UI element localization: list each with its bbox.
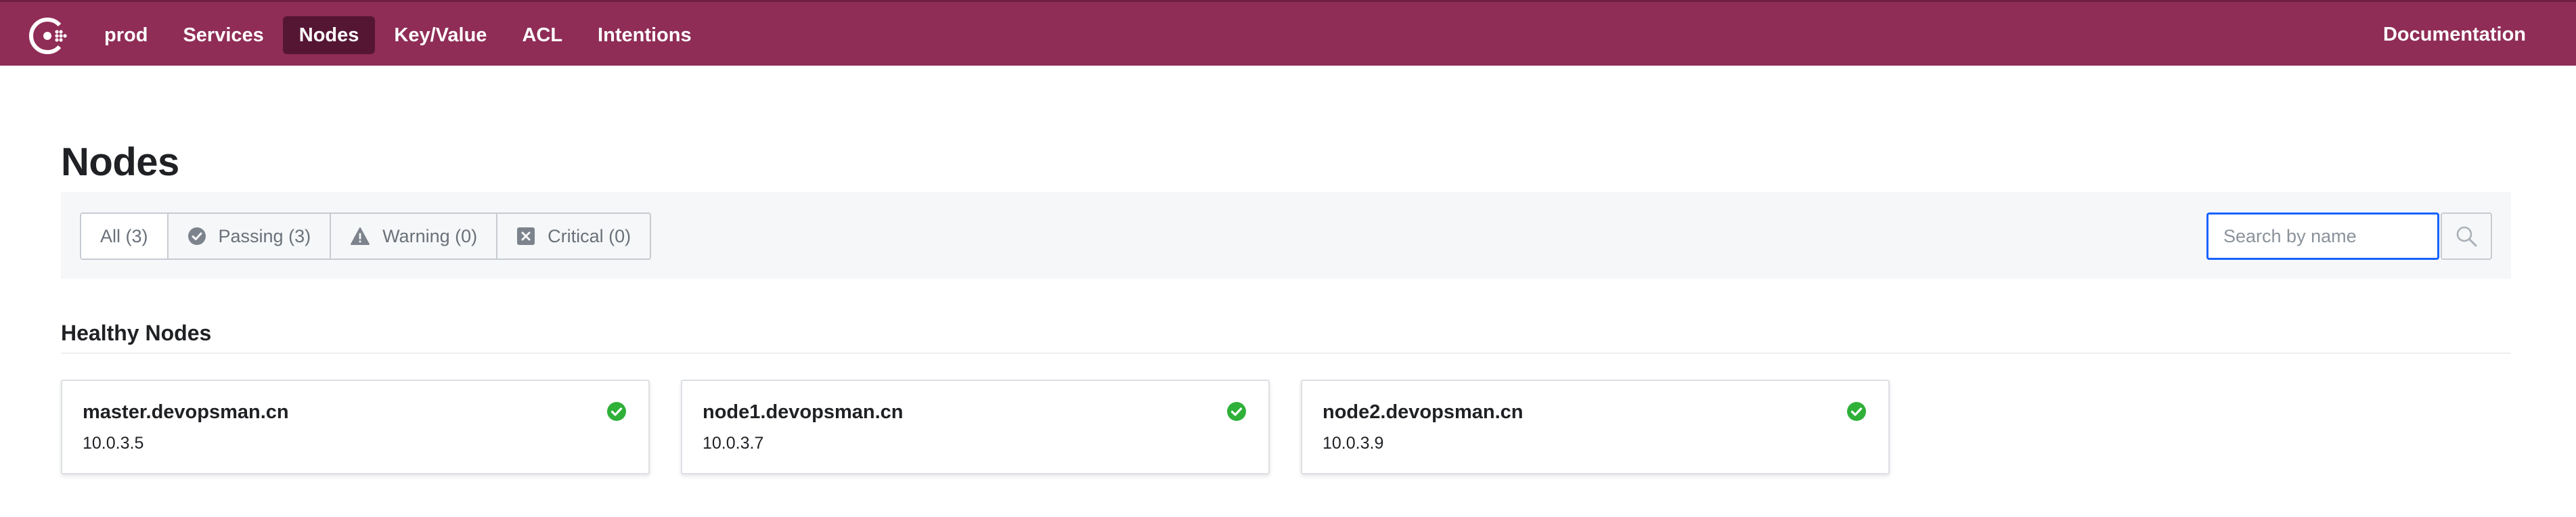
node-address: 10.0.3.7 — [703, 434, 764, 453]
nav-item-nodes[interactable]: Nodes — [282, 16, 376, 54]
nav-item-key-value[interactable]: Key/Value — [378, 16, 503, 54]
documentation-link[interactable]: Documentation — [2383, 2, 2526, 68]
node-card[interactable]: node2.devopsman.cn 10.0.3.9 — [1301, 380, 1890, 474]
page-title: Nodes — [61, 140, 179, 184]
search-bar — [2206, 212, 2492, 260]
node-card[interactable]: master.devopsman.cn 10.0.3.5 — [61, 380, 650, 474]
section-divider — [61, 353, 2511, 354]
search-icon — [2456, 226, 2477, 247]
filter-all-label: All (3) — [100, 225, 148, 246]
filter-critical[interactable]: Critical (0) — [497, 214, 650, 258]
search-input[interactable] — [2206, 212, 2439, 260]
datacenter-selector[interactable]: prod — [88, 16, 164, 54]
nav-item-acl[interactable]: ACL — [506, 16, 579, 54]
nav-item-services[interactable]: Services — [166, 16, 280, 54]
filter-warning[interactable]: Warning (0) — [331, 214, 498, 258]
filter-warning-label: Warning (0) — [382, 225, 478, 246]
filter-bar: All (3) Passing (3) Warning (0) Critical… — [61, 192, 2511, 279]
passing-icon — [1847, 402, 1866, 421]
nav-item-intentions[interactable]: Intentions — [581, 16, 708, 54]
consul-logo-icon[interactable] — [27, 16, 68, 56]
node-address: 10.0.3.9 — [1323, 434, 1384, 453]
node-name: node2.devopsman.cn — [1323, 401, 1524, 423]
node-card[interactable]: node1.devopsman.cn 10.0.3.7 — [681, 380, 1270, 474]
critical-icon — [517, 227, 535, 245]
warning-icon — [351, 227, 370, 245]
filter-passing[interactable]: Passing (3) — [169, 214, 332, 258]
node-name: master.devopsman.cn — [83, 401, 289, 423]
node-address: 10.0.3.5 — [83, 434, 144, 453]
section-title-healthy-nodes: Healthy Nodes — [61, 321, 212, 345]
passing-icon — [187, 227, 206, 245]
status-filter-group: All (3) Passing (3) Warning (0) Critical… — [80, 212, 652, 260]
filter-all[interactable]: All (3) — [81, 214, 169, 258]
passing-icon — [607, 402, 626, 421]
passing-icon — [1227, 402, 1246, 421]
filter-critical-label: Critical (0) — [548, 225, 631, 246]
top-navigation: prod Services Nodes Key/Value ACL Intent… — [0, 0, 2576, 66]
filter-passing-label: Passing (3) — [218, 225, 311, 246]
main-nav: prod Services Nodes Key/Value ACL Intent… — [88, 2, 711, 68]
search-button[interactable] — [2441, 212, 2492, 260]
node-name: node1.devopsman.cn — [703, 401, 904, 423]
